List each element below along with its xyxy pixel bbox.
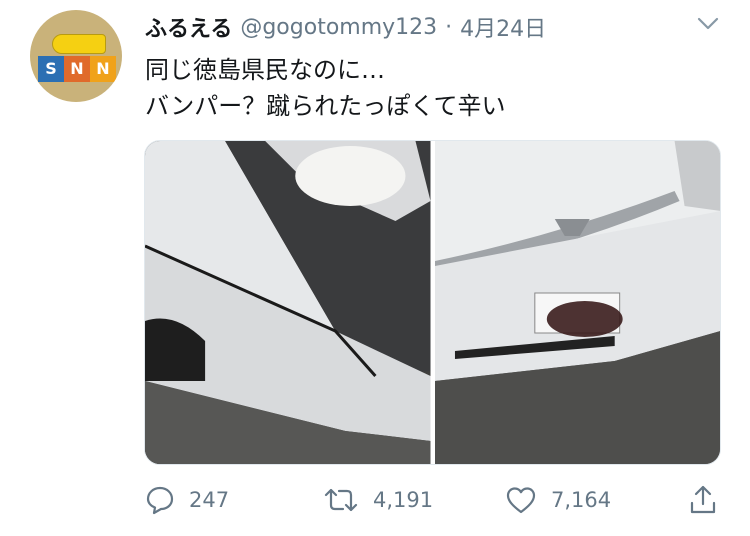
retweet-icon bbox=[323, 485, 359, 515]
photo-bumper-damage[interactable] bbox=[145, 141, 431, 464]
separator-dot: · bbox=[445, 14, 453, 40]
like-button[interactable]: 7,164 bbox=[505, 480, 611, 520]
reply-icon bbox=[145, 485, 175, 515]
author-handle[interactable]: @gogotommy123 bbox=[240, 15, 437, 40]
avatar-block-n2: N bbox=[90, 56, 116, 82]
avatar-block-n1: N bbox=[64, 56, 90, 82]
reply-count: 247 bbox=[189, 488, 230, 512]
share-button[interactable] bbox=[688, 480, 718, 520]
share-icon bbox=[688, 484, 718, 516]
chevron-down-icon[interactable] bbox=[695, 14, 721, 34]
tweet-text-line: バンパー？蹴られたっぽくて辛い bbox=[145, 92, 506, 120]
author-name[interactable]: ふるえる bbox=[145, 11, 232, 43]
avatar[interactable]: S N N bbox=[30, 10, 122, 102]
tweet-date[interactable]: 4月24日 bbox=[460, 11, 546, 43]
media-grid bbox=[144, 140, 721, 465]
like-icon bbox=[505, 485, 537, 515]
retweet-button[interactable]: 4,191 bbox=[323, 480, 433, 520]
retweet-count: 4,191 bbox=[373, 488, 434, 512]
tweet-text-line: 同じ徳島県民なのに… bbox=[145, 56, 385, 84]
tweet-text: 同じ徳島県民なのに… バンパー？蹴られたっぽくて辛い bbox=[145, 52, 505, 124]
like-count: 7,164 bbox=[551, 488, 612, 512]
reply-button[interactable]: 247 bbox=[145, 480, 229, 520]
photo-front-grille[interactable] bbox=[434, 141, 720, 464]
train-toy-graphic bbox=[52, 34, 106, 54]
avatar-block-s: S bbox=[38, 56, 64, 82]
action-bar: 247 4,191 7,164 bbox=[145, 480, 725, 520]
tweet-header: ふるえる @gogotommy123 · 4月24日 bbox=[145, 11, 546, 43]
